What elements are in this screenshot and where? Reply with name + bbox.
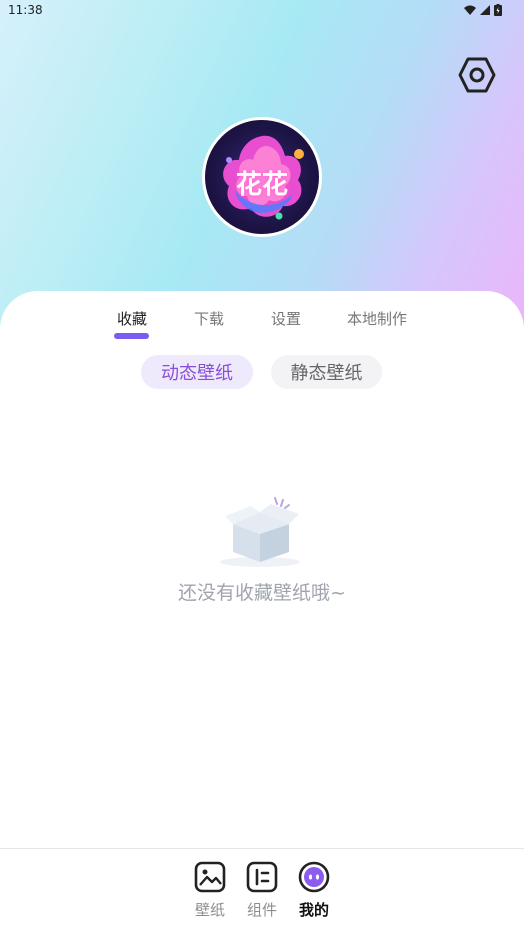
bottom-navigation: 壁纸 组件 我的 bbox=[0, 848, 524, 933]
battery-icon bbox=[494, 4, 502, 16]
nav-item-wallpaper[interactable]: 壁纸 bbox=[190, 861, 230, 920]
empty-box-icon bbox=[220, 497, 300, 567]
filter-static-wallpaper[interactable]: 静态壁纸 bbox=[271, 355, 382, 389]
widget-icon bbox=[246, 861, 278, 893]
nav-label-widgets: 组件 bbox=[246, 901, 277, 919]
status-icons bbox=[464, 4, 502, 16]
nav-item-mine[interactable]: 我的 bbox=[294, 861, 334, 920]
signal-icon bbox=[480, 5, 490, 15]
tab-favorites[interactable]: 收藏 bbox=[117, 308, 147, 329]
wifi-icon bbox=[464, 5, 476, 15]
empty-state-message: 还没有收藏壁纸哦~ bbox=[178, 582, 346, 604]
tab-bar: 收藏 下载 设置 本地制作 bbox=[0, 308, 524, 342]
avatar-name: 花花 bbox=[235, 170, 288, 200]
status-time: 11:38 bbox=[8, 3, 43, 17]
avatar[interactable]: 花花 bbox=[202, 117, 322, 237]
filter-dynamic-wallpaper[interactable]: 动态壁纸 bbox=[141, 355, 253, 389]
tab-local-create[interactable]: 本地制作 bbox=[347, 308, 407, 329]
tab-active-indicator bbox=[114, 333, 149, 339]
hexagon-settings-icon bbox=[458, 57, 496, 93]
tab-settings[interactable]: 设置 bbox=[271, 308, 301, 329]
face-icon bbox=[298, 861, 330, 893]
status-bar: 11:38 bbox=[0, 0, 524, 22]
nav-item-widgets[interactable]: 组件 bbox=[242, 861, 282, 920]
nav-label-mine: 我的 bbox=[298, 901, 329, 919]
content-sheet bbox=[0, 291, 524, 932]
nav-label-wallpaper: 壁纸 bbox=[194, 901, 225, 919]
settings-button[interactable] bbox=[456, 54, 498, 96]
tab-downloads[interactable]: 下载 bbox=[194, 308, 224, 329]
image-icon bbox=[194, 861, 226, 893]
